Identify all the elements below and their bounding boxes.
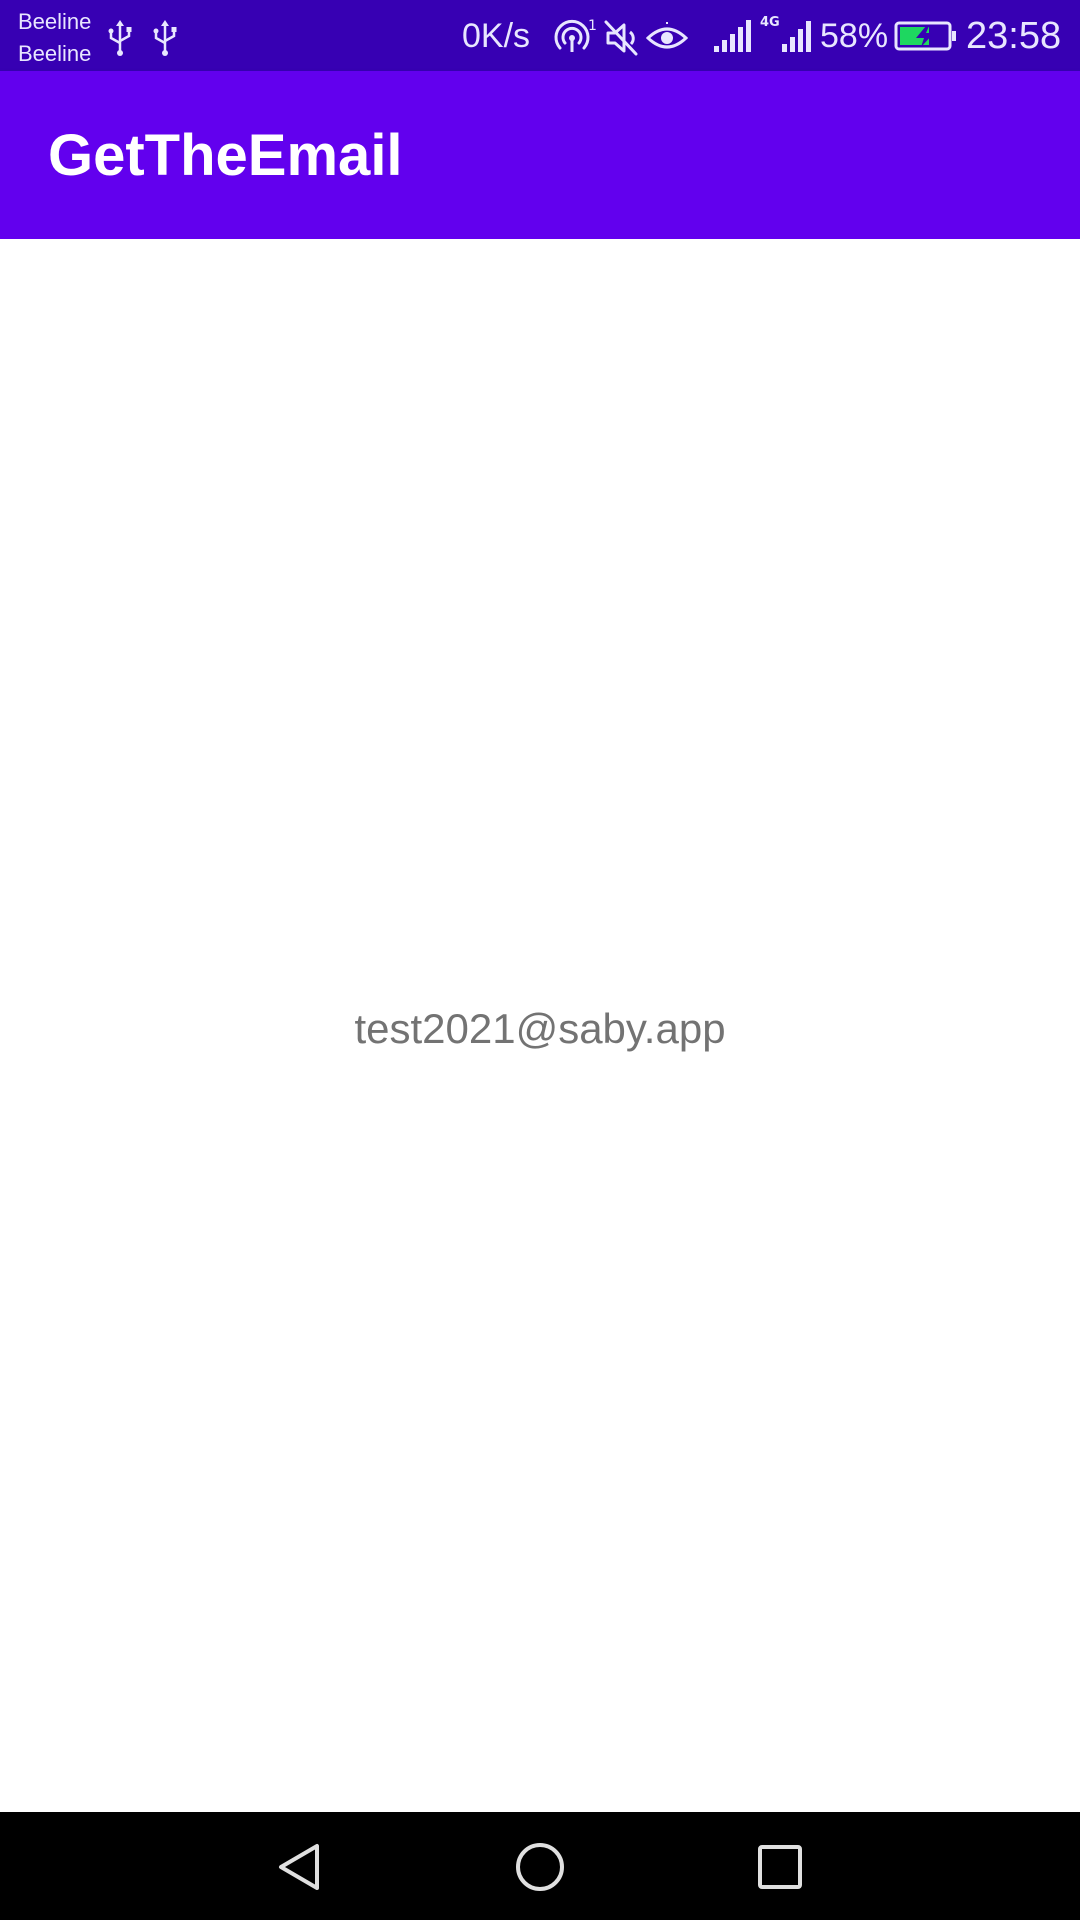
status-clock: 23:58 (966, 15, 1062, 57)
signal-icon (782, 21, 811, 52)
eye-icon (646, 22, 688, 49)
usb-icon (153, 20, 177, 56)
back-icon (279, 1844, 319, 1890)
recents-button[interactable] (745, 1832, 815, 1902)
svg-text:1: 1 (588, 18, 597, 34)
app-bar: GetTheEmail (0, 71, 1080, 239)
battery-charging-icon (894, 21, 956, 51)
recents-icon (758, 1845, 802, 1889)
home-button[interactable] (505, 1832, 575, 1902)
mute-icon (604, 20, 638, 56)
navigation-bar (0, 1812, 1080, 1920)
network-speed: 0K/s (462, 17, 531, 55)
email-text: test2021@saby.app (354, 1005, 726, 1052)
battery-percentage: 58% (820, 17, 889, 55)
hotspot-icon: 1 (554, 18, 597, 52)
back-button[interactable] (265, 1832, 335, 1902)
signal-icon (714, 20, 751, 52)
carrier-1: Beeline (18, 9, 92, 34)
usb-icon (108, 20, 132, 56)
home-icon (516, 1843, 564, 1891)
main-content: test2021@saby.app (0, 239, 1080, 1812)
carrier-2: Beeline (18, 41, 92, 66)
carrier-names: Beeline Beeline (18, 6, 91, 70)
status-bar: Beeline Beeline 0K/s 1 4G 58% 23:58 (0, 0, 1080, 71)
app-title: GetTheEmail (48, 123, 403, 188)
